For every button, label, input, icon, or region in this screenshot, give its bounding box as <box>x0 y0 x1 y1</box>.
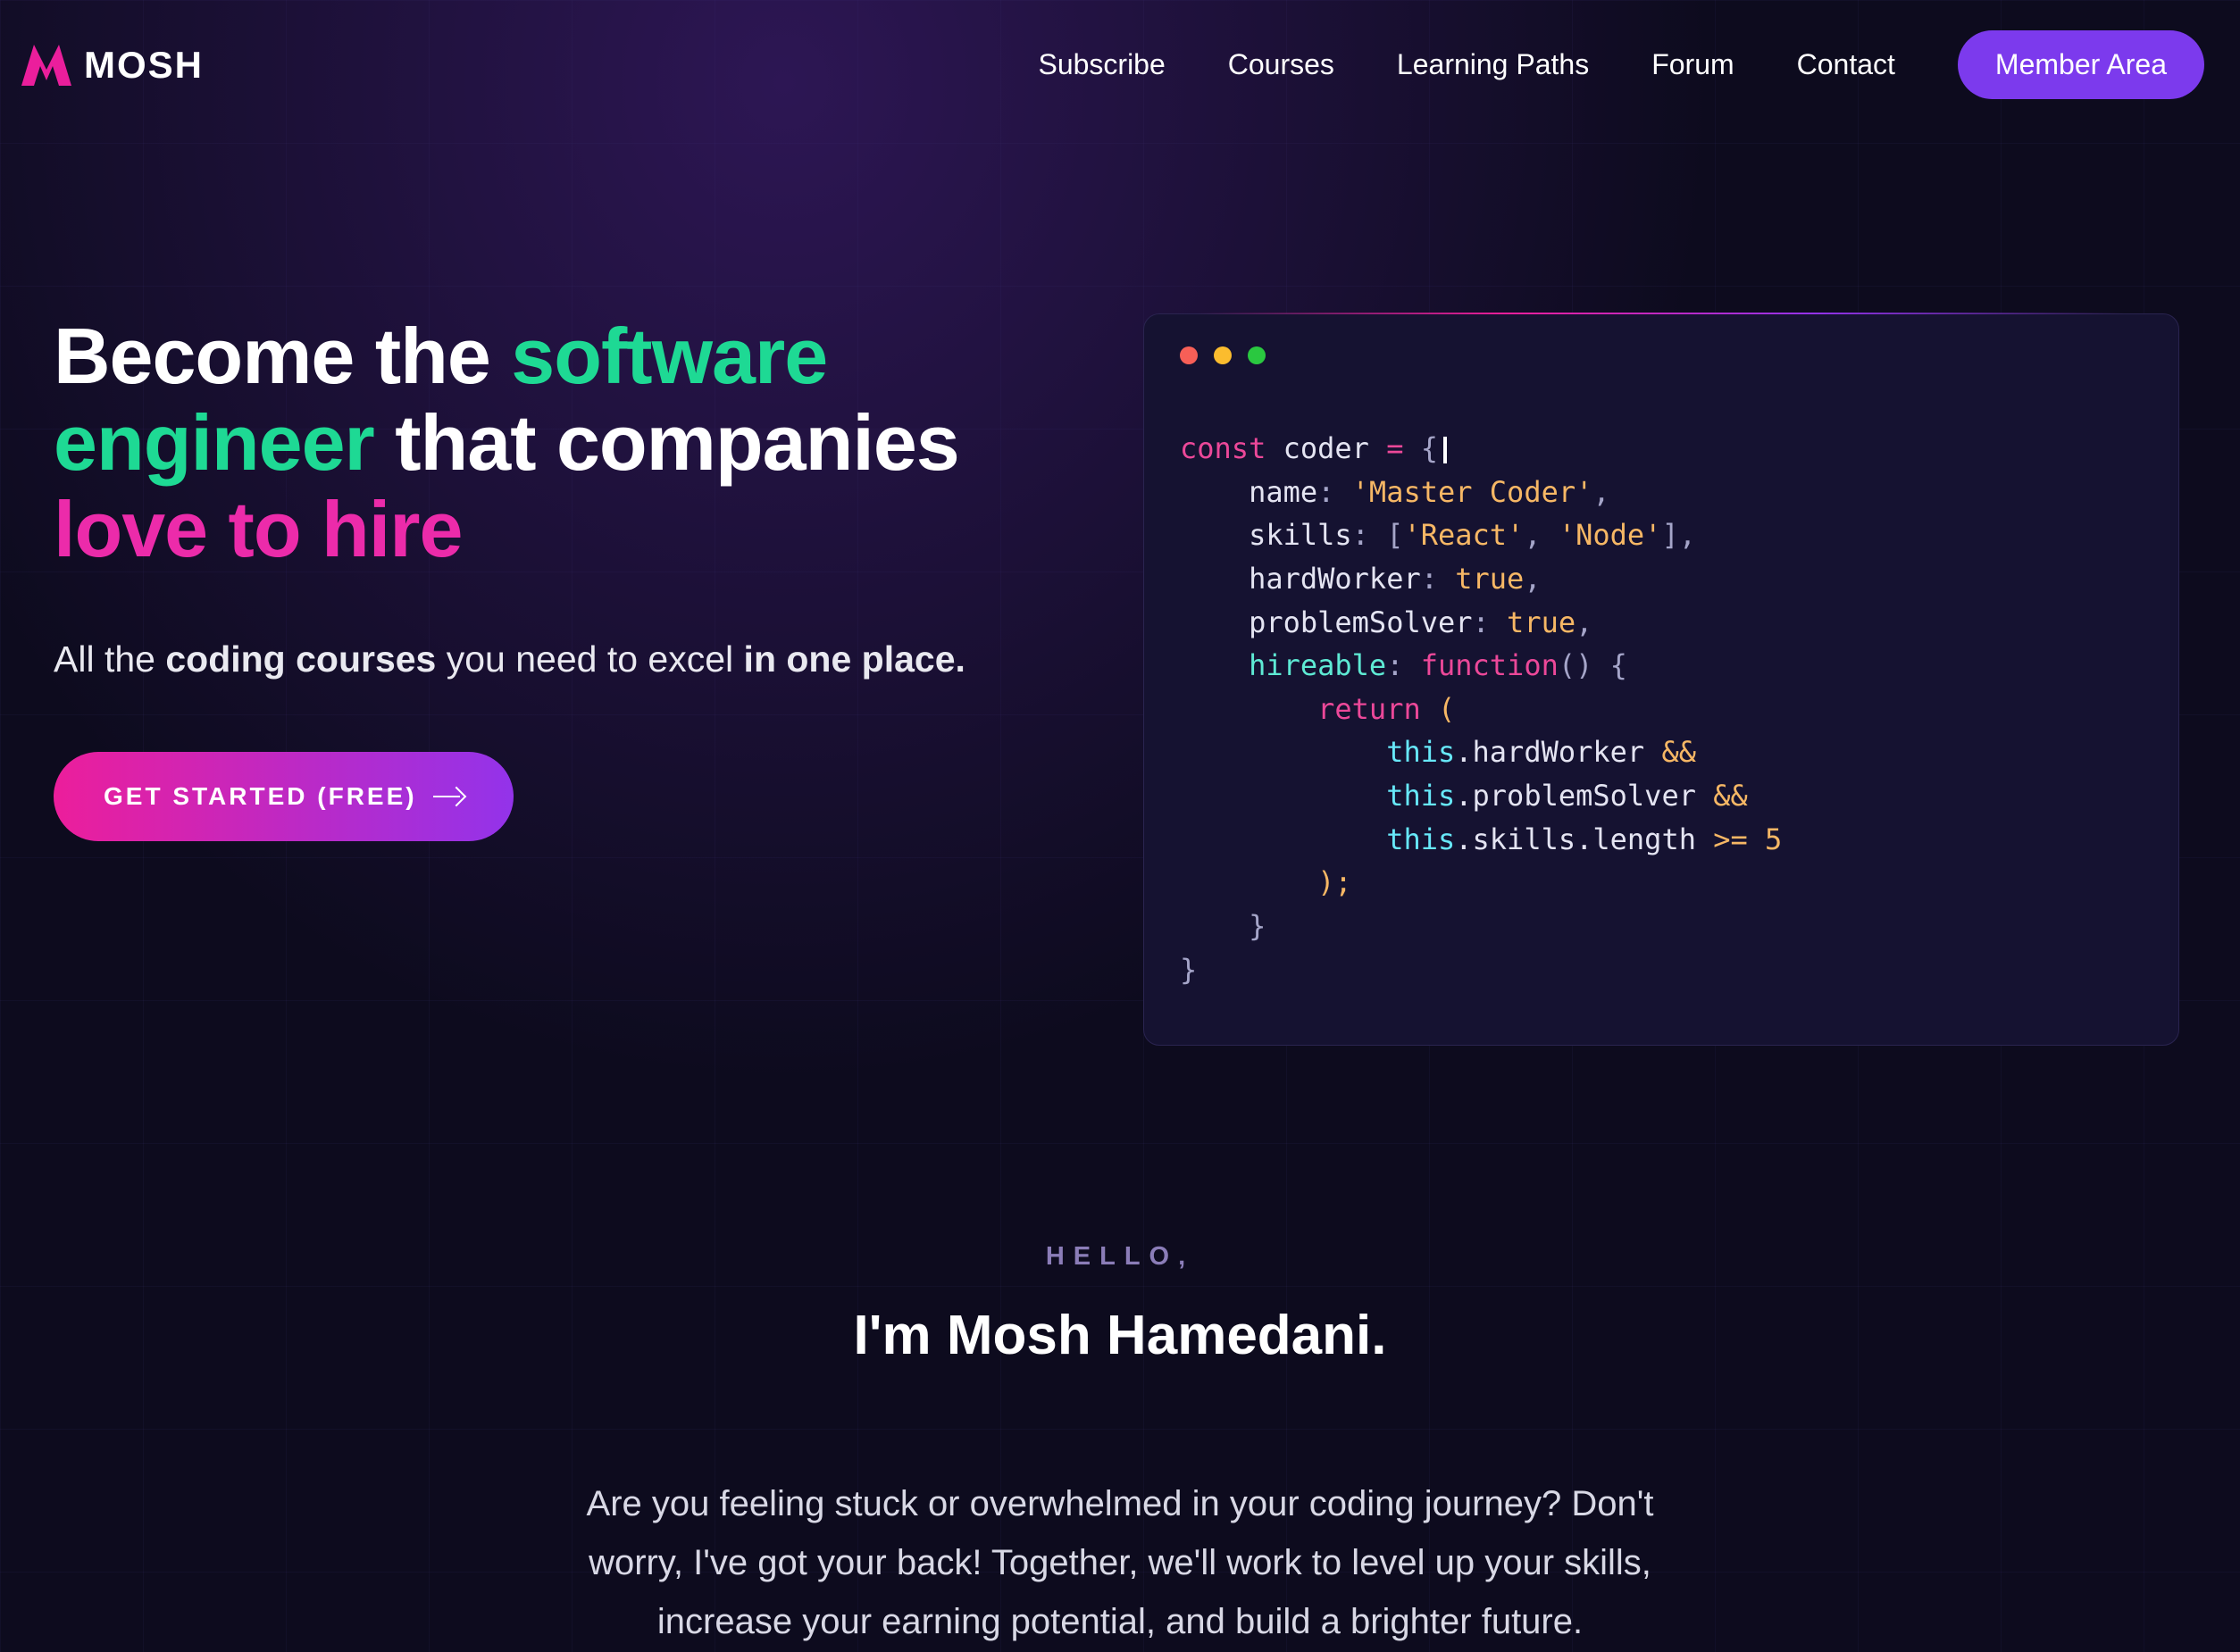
maximize-icon <box>1248 346 1266 364</box>
code-block: const coder = { name: 'Master Coder', sk… <box>1180 427 2143 991</box>
nav-forum[interactable]: Forum <box>1651 48 1734 81</box>
code-token: , <box>1524 562 1541 596</box>
code-token: ( <box>1421 692 1456 726</box>
cursor-icon <box>1443 437 1447 463</box>
code-token: .problemSolver <box>1455 779 1713 813</box>
code-token: 'Node' <box>1542 518 1662 552</box>
nav-learning-paths[interactable]: Learning Paths <box>1397 48 1589 81</box>
code-token: problemSolver <box>1180 605 1473 639</box>
code-token: >= <box>1713 822 1748 856</box>
window-controls <box>1180 346 2143 364</box>
code-token: .hardWorker <box>1455 735 1661 769</box>
intro-body: Are you feeling stuck or overwhelmed in … <box>566 1474 1674 1651</box>
code-token: const <box>1180 431 1266 465</box>
code-token: [ <box>1369 518 1404 552</box>
code-token: : <box>1473 605 1490 639</box>
header: MOSH Subscribe Courses Learning Paths Fo… <box>0 0 2240 99</box>
code-token: && <box>1713 779 1748 813</box>
subhead-part: you need to excel <box>436 638 743 680</box>
minimize-icon <box>1214 346 1232 364</box>
eyebrow: HELLO, <box>0 1242 2240 1272</box>
hero-left: Become the software engineer that compan… <box>54 313 1072 1046</box>
code-token: 'React' <box>1403 518 1524 552</box>
hero: Become the software engineer that compan… <box>0 99 2240 1046</box>
headline: Become the software engineer that compan… <box>54 313 1072 572</box>
code-token: function <box>1403 648 1558 682</box>
intro-title: I'm Mosh Hamedani. <box>0 1304 2240 1367</box>
code-token: skills <box>1180 518 1352 552</box>
code-token: ] <box>1661 518 1678 552</box>
code-token <box>1180 692 1317 726</box>
close-icon <box>1180 346 1198 364</box>
nav-contact[interactable]: Contact <box>1797 48 1895 81</box>
code-token: : <box>1421 562 1438 596</box>
code-token: hireable <box>1180 648 1386 682</box>
subheadline: All the coding courses you need to excel… <box>54 638 1072 680</box>
code-token: , <box>1524 518 1541 552</box>
logo-icon <box>21 45 71 86</box>
nav-subscribe[interactable]: Subscribe <box>1038 48 1165 81</box>
logo-text: MOSH <box>84 44 204 87</box>
member-area-button[interactable]: Member Area <box>1958 30 2204 99</box>
code-token: : <box>1352 518 1369 552</box>
arrow-right-icon <box>433 789 464 804</box>
code-token: : <box>1317 475 1334 509</box>
nav: Subscribe Courses Learning Paths Forum C… <box>1038 30 2204 99</box>
nav-courses[interactable]: Courses <box>1228 48 1334 81</box>
hero-right: const coder = { name: 'Master Coder', sk… <box>1143 313 2186 1046</box>
intro-section: HELLO, I'm Mosh Hamedani. Are you feelin… <box>0 1242 2240 1651</box>
code-token: coder <box>1266 431 1386 465</box>
code-token: , <box>1679 518 1696 552</box>
code-token: return <box>1317 692 1421 726</box>
code-token: && <box>1661 735 1696 769</box>
logo[interactable]: MOSH <box>21 44 204 87</box>
cta-label: GET STARTED (FREE) <box>104 782 417 811</box>
subhead-part: All the <box>54 638 165 680</box>
code-token: .skills.length <box>1455 822 1713 856</box>
code-token: 5 <box>1748 822 1783 856</box>
code-token: this <box>1386 735 1455 769</box>
code-token: } <box>1180 953 1197 987</box>
code-token: this <box>1386 822 1455 856</box>
code-token: { <box>1403 431 1438 465</box>
code-token: : <box>1386 648 1403 682</box>
code-token: true <box>1490 605 1576 639</box>
code-token <box>1180 779 1386 813</box>
code-token: , <box>1576 605 1592 639</box>
code-token <box>1180 822 1386 856</box>
code-token: this <box>1386 779 1455 813</box>
headline-part: Become the <box>54 312 511 400</box>
code-token: hardWorker <box>1180 562 1421 596</box>
code-token: true <box>1438 562 1524 596</box>
subhead-bold: coding courses <box>165 638 436 680</box>
code-token: 'Master Coder' <box>1334 475 1592 509</box>
code-token: () <box>1559 648 1593 682</box>
headline-part: that companies <box>374 398 959 487</box>
code-token <box>1180 735 1386 769</box>
code-token: } <box>1180 909 1266 943</box>
code-token: , <box>1592 475 1609 509</box>
subhead-bold: in one place. <box>744 638 965 680</box>
code-token: = <box>1386 431 1403 465</box>
code-editor: const coder = { name: 'Master Coder', sk… <box>1143 313 2179 1046</box>
code-token: { <box>1592 648 1627 682</box>
code-token: name <box>1180 475 1317 509</box>
code-token: ); <box>1180 865 1352 899</box>
headline-highlight-pink: love to hire <box>54 485 462 573</box>
get-started-button[interactable]: GET STARTED (FREE) <box>54 752 514 841</box>
